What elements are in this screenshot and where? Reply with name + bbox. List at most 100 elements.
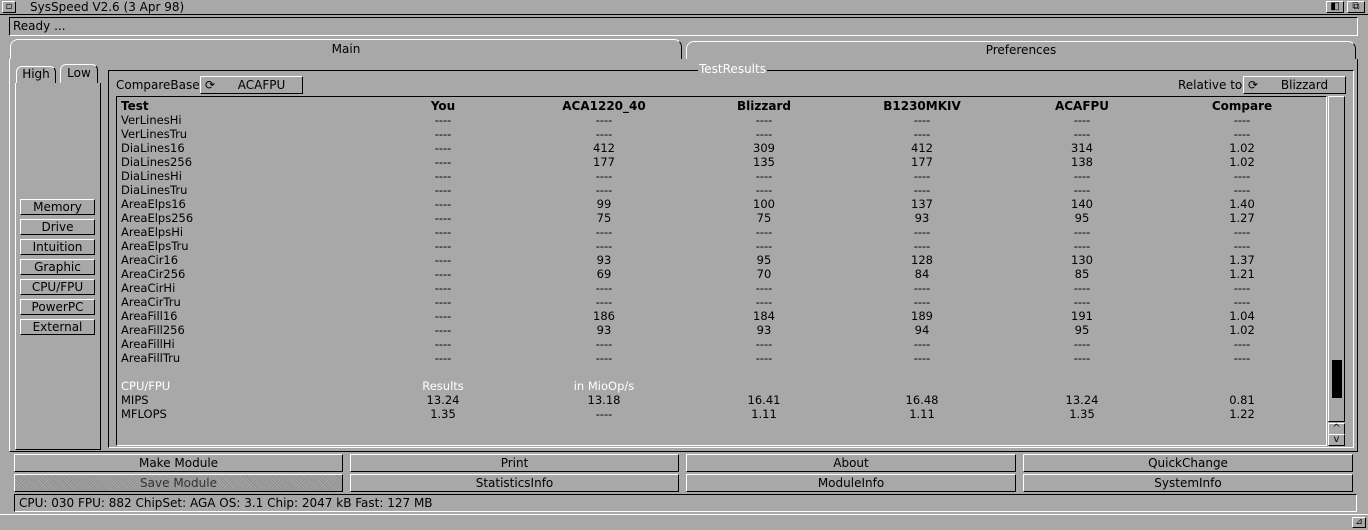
table-cell: ---- <box>1233 127 1251 141</box>
table-cell: 1.40 <box>1229 197 1255 211</box>
tab-high[interactable]: High <box>16 66 56 83</box>
column-header: Blizzard <box>737 99 791 113</box>
table-cell: ---- <box>1073 127 1091 141</box>
table-row[interactable]: AreaCirHi ---- ---- ---- ---- ---- ---- <box>117 281 1328 295</box>
systeminfo-button[interactable]: SystemInfo <box>1023 474 1353 492</box>
zoom-icon[interactable]: ◧ <box>1326 1 1344 13</box>
table-row[interactable]: VerLinesTru ---- ---- ---- ---- ---- ---- <box>117 127 1328 141</box>
comparebase-cycle[interactable]: ⟳ ACAFPU <box>200 76 303 94</box>
table-row[interactable]: AreaCir256 ---- 69 70 84 85 1.21 <box>117 267 1328 281</box>
close-icon[interactable]: ▫ <box>2 1 16 13</box>
column-header: B1230MKIV <box>883 99 961 113</box>
table-cell: ---- <box>595 127 613 141</box>
tab-high-label: High <box>22 67 50 81</box>
column-header: Compare <box>1211 99 1273 113</box>
table-row[interactable]: AreaFillHi ---- ---- ---- ---- ---- ---- <box>117 337 1328 351</box>
scroll-knob[interactable] <box>1332 360 1342 398</box>
relative-to-label: Relative to <box>1178 78 1243 92</box>
table-row[interactable]: AreaFillTru ---- ---- ---- ---- ---- ---- <box>117 351 1328 365</box>
tab-preferences-label: Preferences <box>985 43 1057 57</box>
table-cell: ---- <box>755 239 773 253</box>
table-row[interactable]: DiaLinesTru ---- ---- ---- ---- ---- ---- <box>117 183 1328 197</box>
results-list[interactable]: Test You ACA1220_40 Blizzard B1230MKIV ACAFPU… <box>116 96 1327 446</box>
table-row[interactable]: AreaElpsHi ---- ---- ---- ---- ---- ---- <box>117 225 1328 239</box>
table-row[interactable]: AreaFill256 ---- 93 93 94 95 1.02 <box>117 323 1328 337</box>
category-memory-button[interactable]: Memory <box>20 199 95 215</box>
section-label: Results <box>422 379 464 393</box>
table-cell: DiaLinesTru <box>121 183 188 197</box>
table-cell: ---- <box>434 211 452 225</box>
table-cell: ---- <box>913 225 931 239</box>
table-cell: ---- <box>434 337 452 351</box>
category-external-button[interactable]: External <box>20 319 95 335</box>
table-cell: 189 <box>911 309 933 323</box>
table-row[interactable]: DiaLines256 ---- 177 135 177 138 1.02 <box>117 155 1328 169</box>
table-row[interactable]: AreaCirTru ---- ---- ---- ---- ---- ---- <box>117 295 1328 309</box>
table-cell: VerLinesHi <box>121 113 182 127</box>
print-button[interactable]: Print <box>350 454 679 472</box>
category-powerpc-button[interactable]: PowerPC <box>20 299 95 315</box>
table-cell: 177 <box>911 155 933 169</box>
table-row[interactable]: AreaElps256 ---- 75 75 93 95 1.27 <box>117 211 1328 225</box>
depth-icon[interactable]: ⧉ <box>1347 1 1365 13</box>
column-header: ACAFPU <box>1054 99 1110 113</box>
table-row[interactable]: DiaLinesHi ---- ---- ---- ---- ---- ---- <box>117 169 1328 183</box>
table-cell: 314 <box>1071 141 1093 155</box>
category-graphic-button[interactable]: Graphic <box>20 259 95 275</box>
table-cell: 95 <box>1074 211 1090 225</box>
relative-to-value: Blizzard <box>1280 78 1329 92</box>
table-cell: ---- <box>913 239 931 253</box>
table-cell: 1.27 <box>1229 211 1255 225</box>
table-cell: 186 <box>593 309 615 323</box>
table-row[interactable]: AreaCir16 ---- 93 95 128 130 1.37 <box>117 253 1328 267</box>
statisticsinfo-button[interactable]: StatisticsInfo <box>350 474 679 492</box>
table-row[interactable]: DiaLines16 ---- 412 309 412 314 1.02 <box>117 141 1328 155</box>
table-row[interactable]: VerLinesHi ---- ---- ---- ---- ---- ---- <box>117 113 1328 127</box>
table-row[interactable]: AreaElps16 ---- 99 100 137 140 1.40 <box>117 197 1328 211</box>
category-drive-button[interactable]: Drive <box>20 219 95 235</box>
table-cell: ---- <box>1073 351 1091 365</box>
table-cell: 95 <box>756 253 772 267</box>
quickchange-button[interactable]: QuickChange <box>1023 454 1353 472</box>
table-cell: ---- <box>1073 183 1091 197</box>
table-cell: AreaCirHi <box>121 281 176 295</box>
table-cell: ---- <box>595 113 613 127</box>
table-cell: AreaFill256 <box>121 323 185 337</box>
table-cell: ---- <box>913 281 931 295</box>
moduleinfo-button[interactable]: ModuleInfo <box>686 474 1016 492</box>
table-cell: 138 <box>1071 155 1093 169</box>
table-row[interactable]: MIPS 13.24 13.18 16.41 16.48 13.24 0.81 <box>117 393 1328 407</box>
table-cell: 309 <box>753 141 775 155</box>
tab-low[interactable]: Low <box>60 64 98 83</box>
table-row[interactable]: AreaFill16 ---- 186 184 189 191 1.04 <box>117 309 1328 323</box>
category-cpufpu-button[interactable]: CPU/FPU <box>20 279 95 295</box>
table-cell: ---- <box>913 295 931 309</box>
tab-main[interactable]: Main <box>10 39 682 59</box>
relative-to-cycle[interactable]: ⟳ Blizzard <box>1243 76 1346 94</box>
table-cell: ---- <box>1073 239 1091 253</box>
table-cell: ---- <box>434 169 452 183</box>
table-cell: 1.37 <box>1229 253 1255 267</box>
tab-preferences[interactable]: Preferences <box>686 41 1356 59</box>
column-header: You <box>430 99 456 113</box>
about-button[interactable]: About <box>686 454 1016 472</box>
window-title: SysSpeed V2.6 (3 Apr 98) <box>30 0 185 14</box>
table-row[interactable]: MFLOPS 1.35 ---- 1.11 1.11 1.35 1.22 <box>117 407 1328 421</box>
scroll-down-icon[interactable]: v <box>1328 434 1345 446</box>
table-cell: ---- <box>755 183 773 197</box>
table-cell: AreaElps256 <box>121 211 194 225</box>
table-cell: ---- <box>1233 351 1251 365</box>
table-cell: ---- <box>434 113 452 127</box>
table-cell: AreaElpsHi <box>121 225 184 239</box>
table-cell: 94 <box>914 323 930 337</box>
resize-icon[interactable]: ⊿ <box>1352 517 1366 528</box>
table-cell: 1.35 <box>430 407 456 421</box>
table-cell: ---- <box>1073 169 1091 183</box>
save-module-button[interactable]: Save Module <box>14 474 343 492</box>
title-bar[interactable]: ▫ SysSpeed V2.6 (3 Apr 98) ◧ ⧉ <box>0 0 1368 15</box>
table-row[interactable]: AreaElpsTru ---- ---- ---- ---- ---- ---- <box>117 239 1328 253</box>
make-module-button[interactable]: Make Module <box>14 454 343 472</box>
table-cell: ---- <box>755 169 773 183</box>
table-cell: ---- <box>755 281 773 295</box>
category-intuition-button[interactable]: Intuition <box>20 239 95 255</box>
